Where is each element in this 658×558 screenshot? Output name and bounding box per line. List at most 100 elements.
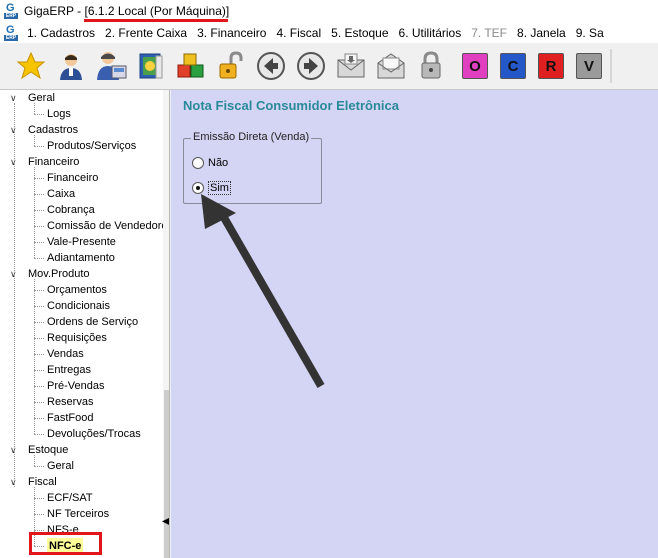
menu-item-8[interactable]: 8. Janela — [512, 26, 571, 40]
tree-item-label: Logs — [47, 108, 71, 120]
tree-connector — [34, 530, 44, 531]
navigation-tree: ∨ Geral Logs ∨ Cadastros Produtos/Serviços ∨ Fi… — [0, 90, 170, 558]
tree-connector — [34, 338, 44, 339]
tree-connector — [34, 103, 35, 114]
tree-connector — [34, 386, 44, 387]
mail-receive-button[interactable] — [334, 49, 368, 83]
tree-item[interactable]: FastFood — [0, 410, 163, 426]
menu-item-6[interactable]: 6. Utilitários — [394, 26, 467, 40]
tree-connector — [34, 434, 44, 435]
menu-item-2[interactable]: 2. Frente Caixa — [100, 26, 192, 40]
sidebar-scroll-thumb[interactable] — [164, 390, 169, 558]
tree-connector — [34, 402, 44, 403]
tree-connector — [34, 135, 35, 146]
tree-item-label: Mov.Produto — [28, 268, 90, 280]
menu-item-1[interactable]: 1. Cadastros — [22, 26, 100, 40]
tree-connector — [34, 322, 44, 323]
tree-item[interactable]: Financeiro — [0, 170, 163, 186]
tree-connector — [34, 498, 44, 499]
lock-icon — [421, 51, 441, 79]
option-no-radio[interactable]: Não — [192, 155, 228, 171]
back-arrow-icon — [257, 52, 285, 80]
tree-item[interactable]: Caixa — [0, 186, 163, 202]
menu-item-4[interactable]: 4. Fiscal — [271, 26, 326, 40]
tree-item[interactable]: Cobrança — [0, 202, 163, 218]
collapse-sidebar-icon[interactable]: ◀ — [162, 516, 169, 527]
tree-item[interactable]: Geral — [0, 458, 163, 474]
back-button[interactable] — [254, 49, 288, 83]
book-button[interactable] — [134, 49, 168, 83]
group-title: Emissão Direta (Venda) — [191, 131, 312, 143]
tree-folder[interactable]: ∨ Financeiro — [0, 154, 163, 170]
boxes-icon — [177, 53, 204, 78]
tree-item-label: FastFood — [47, 412, 94, 424]
tree-item[interactable]: Requisições — [0, 330, 163, 346]
tree-item[interactable]: Orçamentos — [0, 282, 163, 298]
menu-item-7[interactable]: 7. TEF — [466, 26, 512, 40]
tree-folder[interactable]: ∨ Fiscal — [0, 474, 163, 490]
tree-item-label: Orçamentos — [47, 284, 107, 296]
tree-item-label: ECF/SAT — [47, 492, 93, 504]
toolbar: OCRV — [0, 43, 658, 90]
tree-folder[interactable]: ∨ Geral — [0, 90, 163, 106]
star-button[interactable] — [14, 49, 48, 83]
menu-item-5[interactable]: 5. Estoque — [326, 26, 393, 40]
tree-item-label: Ordens de Serviço — [47, 316, 139, 328]
user-button[interactable] — [54, 49, 88, 83]
tree-item-label: Financeiro — [28, 156, 80, 168]
tree-item-label: Reservas — [47, 396, 94, 408]
boxes-button[interactable] — [174, 49, 208, 83]
option-yes-radio[interactable]: Sim — [192, 180, 231, 196]
tree-item-label: Cadastros — [28, 124, 79, 136]
forward-arrow-icon — [297, 52, 325, 80]
tree-connector — [34, 258, 44, 259]
menu-item-9[interactable]: 9. Sa — [571, 26, 609, 40]
radio-yes[interactable] — [192, 182, 204, 194]
tree-item-label: Vendas — [47, 348, 84, 360]
letter-button-v[interactable]: V — [576, 53, 602, 79]
tree-item[interactable]: Vale-Presente — [0, 234, 163, 250]
tree-item[interactable]: Entregas — [0, 362, 163, 378]
tree-item-label: Geral — [28, 92, 55, 104]
tree-item-label: Fiscal — [28, 476, 57, 488]
tree-folder[interactable]: ∨ Estoque — [0, 442, 163, 458]
tree-item[interactable]: Condicionais — [0, 298, 163, 314]
tree-connector — [34, 114, 44, 115]
tree-item[interactable]: Adiantamento — [0, 250, 163, 266]
tree-item[interactable]: Logs — [0, 106, 163, 122]
menu-item-3[interactable]: 3. Financeiro — [192, 26, 271, 40]
mail-open-button[interactable] — [374, 49, 408, 83]
tree-item-label: Caixa — [47, 188, 76, 200]
cashier-button[interactable] — [94, 49, 128, 83]
annotation-highlight-box — [29, 532, 102, 555]
letter-button-r[interactable]: R — [538, 53, 564, 79]
letter-button-c[interactable]: C — [500, 53, 526, 79]
letter-button-o[interactable]: O — [462, 53, 488, 79]
tree-item[interactable]: Pré-Vendas — [0, 378, 163, 394]
tree-item[interactable]: Ordens de Serviço — [0, 314, 163, 330]
option-no-label: Não — [208, 157, 229, 169]
tree-item[interactable]: ECF/SAT — [0, 490, 163, 506]
unlock-button[interactable] — [214, 49, 248, 83]
tree-item[interactable]: NF Terceiros — [0, 506, 163, 522]
tree-connector — [34, 146, 44, 147]
tree-connector — [34, 418, 44, 419]
nfce-panel: Nota Fiscal Consumidor Eletrônica Emissã… — [171, 90, 658, 558]
radio-no[interactable] — [192, 157, 204, 169]
tree-connector — [34, 306, 44, 307]
lock-button[interactable] — [414, 49, 448, 83]
tree-folder[interactable]: ∨ Mov.Produto — [0, 266, 163, 282]
toolbar-separator — [610, 49, 612, 83]
forward-button[interactable] — [294, 49, 328, 83]
direct-issue-group: Emissão Direta (Venda) Não Sim — [183, 131, 322, 204]
book-icon — [139, 53, 163, 79]
tree-item[interactable]: Comissão de Vendedores — [0, 218, 169, 234]
tree-item[interactable]: Reservas — [0, 394, 163, 410]
tree-item-label: Produtos/Serviços — [47, 140, 137, 152]
window-title: GigaERP - [6.1.2 Local (Por Máquina)] — [24, 4, 230, 18]
tree-item[interactable]: Devoluções/Trocas — [0, 426, 163, 442]
tree-folder[interactable]: ∨ Cadastros — [0, 122, 163, 138]
app-logo-icon[interactable]: G ERP — [4, 24, 18, 41]
tree-item[interactable]: Vendas — [0, 346, 163, 362]
tree-item[interactable]: Produtos/Serviços — [0, 138, 163, 154]
